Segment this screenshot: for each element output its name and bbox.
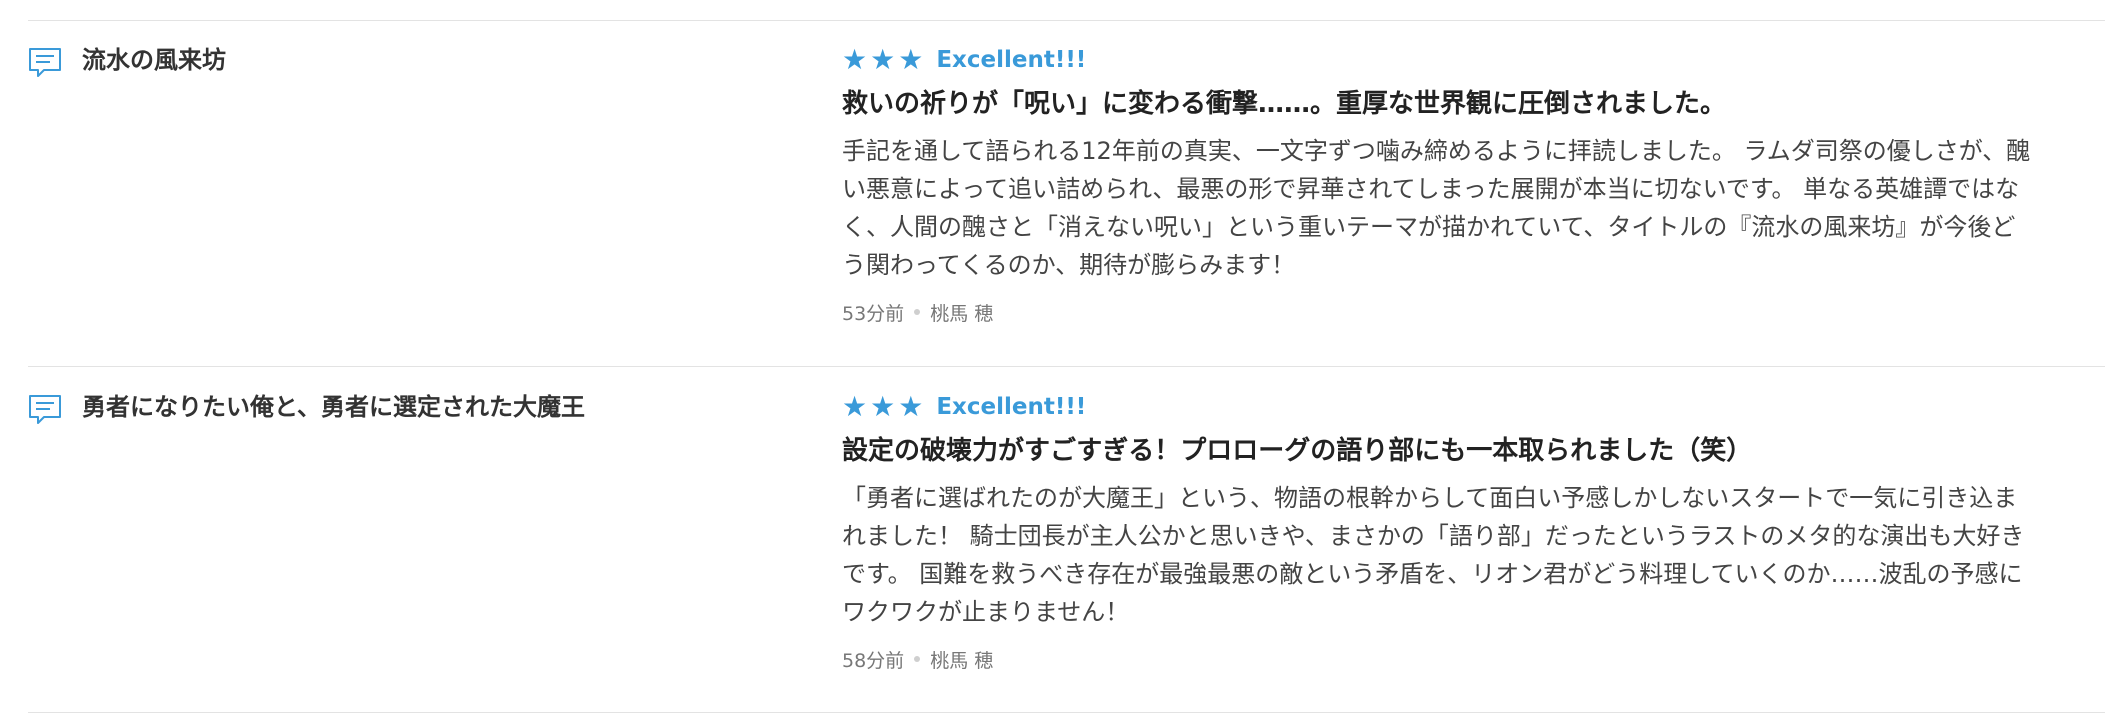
timestamp: 53分前 — [842, 302, 905, 325]
review-text-line: う関わってくるのか、期待が膨らみます！ — [842, 251, 1296, 279]
separator-dot — [914, 656, 921, 662]
review-list: 流水の風来坊 ★★★ Excellent!!! 救いの祈りが「呪い」に変わる衝撃… — [0, 0, 2105, 714]
rating: ★★★ Excellent!!! — [842, 44, 2082, 76]
work-title: 流水の風来坊 — [82, 46, 226, 74]
review-text: 手記を通して語られる12年前の真実、一文字ずつ噛み締めるように拝読しました。 ラ… — [842, 132, 2082, 284]
author-link[interactable]: 桃馬 穂 — [930, 299, 993, 326]
comment-icon — [28, 46, 62, 78]
review-body: ★★★ Excellent!!! 救いの祈りが「呪い」に変わる衝撃……。重厚な世… — [842, 44, 2082, 326]
review-body: ★★★ Excellent!!! 設定の破壊力がすごすぎる！プロローグの語り部に… — [842, 391, 2082, 673]
review-title[interactable]: 救いの祈りが「呪い」に変わる衝撃……。重厚な世界観に圧倒されました。 — [842, 86, 2082, 122]
work-title: 勇者になりたい俺と、勇者に選定された大魔王 — [82, 393, 586, 421]
review-text-line: ワクワクが止まりません！ — [842, 598, 1130, 626]
star-icons: ★★★ — [842, 43, 927, 76]
review-text-line: い悪意によって追い詰められ、最悪の形で昇華されてしまった展開が本当に切ないです。… — [842, 175, 2020, 203]
timestamp: 58分前 — [842, 649, 905, 672]
comment-icon — [28, 393, 62, 425]
review-text-line: れました！ 騎士団長が主人公かと思いきや、まさかの「語り部」だったというラストの… — [842, 522, 2025, 550]
separator-dot — [914, 309, 921, 315]
divider — [28, 712, 2105, 713]
review-text-line: く、人間の醜さと「消えない呪い」という重いテーマが描かれていて、タイトルの『流水… — [842, 213, 2016, 241]
review-text-line: 手記を通して語られる12年前の真実、一文字ずつ噛み締めるように拝読しました。 ラ… — [842, 137, 2031, 165]
author-link[interactable]: 桃馬 穂 — [930, 646, 993, 673]
review-meta: 53分前 桃馬 穂 — [842, 298, 2082, 326]
star-icons: ★★★ — [842, 390, 927, 423]
review-title[interactable]: 設定の破壊力がすごすぎる！プロローグの語り部にも一本取られました（笑） — [842, 433, 2082, 469]
divider — [28, 366, 2105, 367]
review-text-line: です。 国難を救うべき存在が最強最悪の敵という矛盾を、リオン君がどう料理していく… — [842, 560, 2023, 588]
divider — [28, 20, 2105, 21]
review-meta: 58分前 桃馬 穂 — [842, 645, 2082, 673]
rating-label: Excellent!!! — [936, 47, 1087, 73]
rating: ★★★ Excellent!!! — [842, 391, 2082, 423]
rating-label: Excellent!!! — [936, 394, 1087, 420]
review-text: 「勇者に選ばれたのが大魔王」という、物語の根幹からして面白い予感しかしないスター… — [842, 479, 2082, 631]
review-text-line: 「勇者に選ばれたのが大魔王」という、物語の根幹からして面白い予感しかしないスター… — [842, 484, 2018, 512]
work-link[interactable]: 勇者になりたい俺と、勇者に選定された大魔王 — [28, 391, 585, 425]
work-link[interactable]: 流水の風来坊 — [28, 44, 226, 78]
